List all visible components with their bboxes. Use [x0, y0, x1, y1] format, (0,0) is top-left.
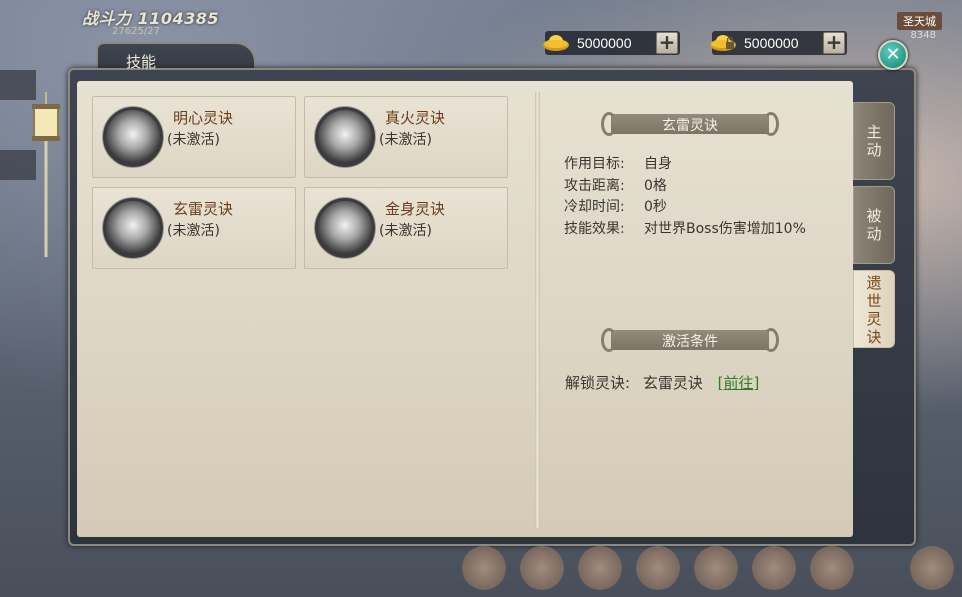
- currency-bound-gold: 5000000 +: [710, 31, 847, 55]
- close-button[interactable]: ✕: [878, 40, 908, 70]
- add-gold-button[interactable]: +: [656, 32, 678, 54]
- hud-bottom-icon: [752, 546, 796, 590]
- lantern-icon: [32, 92, 60, 257]
- add-bound-gold-button[interactable]: +: [823, 32, 845, 54]
- tab-passive-skills[interactable]: 被动: [853, 186, 895, 264]
- gold-amount: 5000000: [577, 35, 632, 51]
- skill-name: 明心灵诀: [173, 109, 234, 127]
- skill-name: 金身灵诀: [385, 200, 446, 218]
- detail-title-banner: 玄雷灵诀: [601, 112, 779, 136]
- skill-name: 真火灵诀: [385, 109, 446, 127]
- hud-bottom-icon: [520, 546, 564, 590]
- hud-bottom-icon: [462, 546, 506, 590]
- detail-row-range: 攻击距离: 0格: [564, 178, 667, 194]
- goto-link[interactable]: [前往]: [718, 374, 760, 392]
- skill-card-jinshen[interactable]: 金身灵诀 (未激活): [304, 187, 508, 269]
- location-badge: 圣天城: [897, 12, 942, 30]
- skill-status: (未激活): [379, 223, 432, 239]
- condition-title-banner: 激活条件: [601, 328, 779, 352]
- combat-power-sub: 27625/27: [112, 26, 160, 37]
- detail-row-effect: 技能效果: 对世界Boss伤害增加10%: [564, 221, 806, 237]
- panel-divider: [535, 92, 540, 528]
- location-sub: 8348: [910, 30, 936, 41]
- zhenhuo-skill-icon: [315, 107, 375, 167]
- unlock-condition: 解锁灵诀: 玄雷灵诀 [前往]: [565, 372, 759, 393]
- unlock-value: 玄雷灵诀: [642, 374, 703, 392]
- window-title: 技能: [126, 53, 157, 71]
- skill-status: (未激活): [167, 223, 220, 239]
- currency-gold: 5000000 +: [543, 31, 680, 55]
- mingxin-skill-icon: [103, 107, 163, 167]
- unlock-label: 解锁灵诀:: [565, 374, 631, 392]
- skill-name: 玄雷灵诀: [173, 200, 234, 218]
- locked-gold-ingot-icon: [710, 35, 736, 51]
- hud-bottom-icon: [636, 546, 680, 590]
- bound-gold-amount: 5000000: [744, 35, 799, 51]
- gold-ingot-icon: [543, 35, 569, 51]
- hud-bottom-icon: [910, 546, 954, 590]
- skill-status: (未激活): [379, 132, 432, 148]
- hud-bottom-icon: [694, 546, 738, 590]
- tab-active-skills[interactable]: 主动: [853, 102, 895, 180]
- detail-row-target: 作用目标: 自身: [564, 156, 672, 172]
- skill-card-xuanlei[interactable]: 玄雷灵诀 (未激活): [92, 187, 296, 269]
- top-right-info: 圣天城 8348: [882, 0, 962, 41]
- tab-yishi-lingjue[interactable]: 遗世灵诀: [853, 270, 895, 348]
- close-icon: ✕: [885, 44, 901, 65]
- condition-title: 激活条件: [662, 334, 718, 350]
- jinshen-skill-icon: [315, 198, 375, 258]
- xuanlei-skill-icon: [103, 198, 163, 258]
- detail-row-cooldown: 冷却时间: 0秒: [564, 199, 667, 215]
- skill-status: (未激活): [167, 132, 220, 148]
- hud-bottom-icon: [810, 546, 854, 590]
- skill-card-mingxin[interactable]: 明心灵诀 (未激活): [92, 96, 296, 178]
- detail-title: 玄雷灵诀: [662, 118, 718, 134]
- skill-card-zhenhuo[interactable]: 真火灵诀 (未激活): [304, 96, 508, 178]
- hud-bottom-icon: [578, 546, 622, 590]
